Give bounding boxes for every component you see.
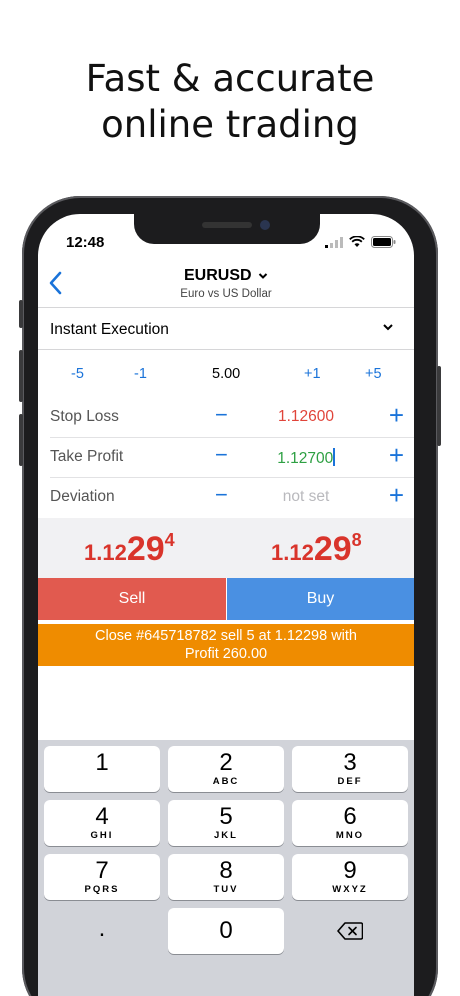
volume-plus-5-button[interactable]: +5 xyxy=(365,366,382,382)
key-decimal[interactable]: . xyxy=(44,908,160,954)
key-digit: . xyxy=(98,915,106,942)
key-digit: 2 xyxy=(219,749,233,776)
key-1[interactable]: 1 xyxy=(44,746,160,792)
key-2[interactable]: 2 ABC xyxy=(168,746,284,792)
bid-price: 1.12294 xyxy=(84,530,175,569)
key-4[interactable]: 4 GHI xyxy=(44,800,160,846)
take-profit-label: Take Profit xyxy=(50,448,124,465)
headline-line-2: online trading xyxy=(101,103,359,146)
key-letters: MNO xyxy=(335,830,365,841)
key-digit: 9 xyxy=(343,857,357,884)
symbol-selector[interactable]: EURUSD xyxy=(38,267,414,285)
volume-minus-5-button[interactable]: -5 xyxy=(71,366,84,382)
backspace-icon xyxy=(337,922,364,940)
key-digit: 0 xyxy=(219,917,233,944)
ask-price-small: 1.12 xyxy=(271,540,314,565)
power-button xyxy=(437,366,441,446)
promo-headline: Fast & accurate online trading xyxy=(0,56,460,148)
volume-down-button xyxy=(19,414,23,466)
key-digit: 1 xyxy=(95,749,109,776)
volume-up-button xyxy=(19,350,23,402)
signal-icon xyxy=(325,236,343,248)
take-profit-minus-button[interactable]: − xyxy=(215,442,228,468)
key-digit: 8 xyxy=(219,857,233,884)
key-letters: TUV xyxy=(213,884,239,895)
notch xyxy=(134,214,320,244)
banner-line-1: Close #645718782 sell 5 at 1.12298 with xyxy=(95,628,357,644)
key-5[interactable]: 5 JKL xyxy=(168,800,284,846)
app-screen: 12:48 EURUSD Euro vs US Dollar Instant E… xyxy=(38,214,414,996)
key-9[interactable]: 9 WXYZ xyxy=(292,854,408,900)
deviation-minus-button[interactable]: − xyxy=(215,482,228,508)
front-camera xyxy=(260,220,270,230)
volume-plus-1-button[interactable]: +1 xyxy=(304,366,321,382)
take-profit-plus-button[interactable]: + xyxy=(389,441,404,469)
bid-price-pip: 4 xyxy=(164,530,175,550)
nav-bar: EURUSD Euro vs US Dollar xyxy=(38,262,414,308)
execution-type-label: Instant Execution xyxy=(50,321,169,338)
deviation-label: Deviation xyxy=(50,488,115,505)
chevron-down-icon xyxy=(383,324,393,331)
stop-loss-label: Stop Loss xyxy=(50,408,119,425)
volume-minus-1-button[interactable]: -1 xyxy=(134,366,147,382)
speaker-grille xyxy=(202,222,252,228)
ask-price: 1.12298 xyxy=(271,530,362,569)
headline-line-1: Fast & accurate xyxy=(85,57,375,100)
key-3[interactable]: 3 DEF xyxy=(292,746,408,792)
ask-price-pip: 8 xyxy=(351,530,362,550)
dropdown-chevron-icon xyxy=(258,273,268,279)
volume-stepper: -5 -1 5.00 +1 +5 xyxy=(38,360,414,390)
key-letters: WXYZ xyxy=(332,884,368,895)
deviation-plus-button[interactable]: + xyxy=(389,481,404,509)
key-letters: DEF xyxy=(337,776,363,787)
symbol-name: EURUSD xyxy=(183,267,252,284)
ask-price-big: 29 xyxy=(313,530,352,568)
deviation-row: Deviation − not set + xyxy=(38,478,414,518)
key-digit: 4 xyxy=(95,803,109,830)
key-letters: ABC xyxy=(212,776,240,787)
key-digit: 3 xyxy=(343,749,357,776)
key-letters: PQRS xyxy=(84,884,120,895)
volume-value[interactable]: 5.00 xyxy=(212,366,240,382)
stop-loss-plus-button[interactable]: + xyxy=(389,401,404,429)
price-panel: 1.12294 1.12298 xyxy=(38,518,414,578)
execution-type-selector[interactable]: Instant Execution xyxy=(38,310,414,350)
key-letters: GHI xyxy=(90,830,114,841)
bid-price-small: 1.12 xyxy=(84,540,127,565)
stop-loss-row: Stop Loss − 1.12600 + xyxy=(38,398,414,438)
bid-price-big: 29 xyxy=(126,530,165,568)
key-0[interactable]: 0 xyxy=(168,908,284,954)
key-letters: JKL xyxy=(214,830,238,841)
key-digit: 7 xyxy=(95,857,109,884)
key-8[interactable]: 8 TUV xyxy=(168,854,284,900)
status-time: 12:48 xyxy=(66,234,105,251)
battery-icon xyxy=(371,236,396,248)
key-7[interactable]: 7 PQRS xyxy=(44,854,160,900)
take-profit-row: Take Profit − 1.12700 + xyxy=(38,438,414,478)
key-digit: 5 xyxy=(219,803,233,830)
deviation-input[interactable]: not set xyxy=(246,488,366,506)
text-cursor xyxy=(333,448,335,466)
key-digit: 6 xyxy=(343,803,357,830)
take-profit-input[interactable]: 1.12700 xyxy=(246,448,366,468)
key-6[interactable]: 6 MNO xyxy=(292,800,408,846)
sell-button[interactable]: Sell xyxy=(38,578,226,620)
status-icons xyxy=(325,236,396,248)
mute-switch xyxy=(19,300,23,328)
wifi-icon xyxy=(349,236,365,247)
key-backspace[interactable] xyxy=(292,908,408,954)
symbol-description: Euro vs US Dollar xyxy=(180,288,272,300)
stop-loss-minus-button[interactable]: − xyxy=(215,402,228,428)
buy-button[interactable]: Buy xyxy=(227,578,414,620)
trade-notification-banner[interactable]: Close #645718782 sell 5 at 1.12298 with … xyxy=(38,624,414,666)
stop-loss-input[interactable]: 1.12600 xyxy=(246,408,366,426)
take-profit-value: 1.12700 xyxy=(277,450,334,467)
numeric-keypad: 1 2 ABC 3 DEF 4 GHI 5 JKL 6 MNO 7 PQRS 8 TUV 9W… xyxy=(38,740,414,996)
banner-line-2: Profit 260.00 xyxy=(184,646,268,662)
